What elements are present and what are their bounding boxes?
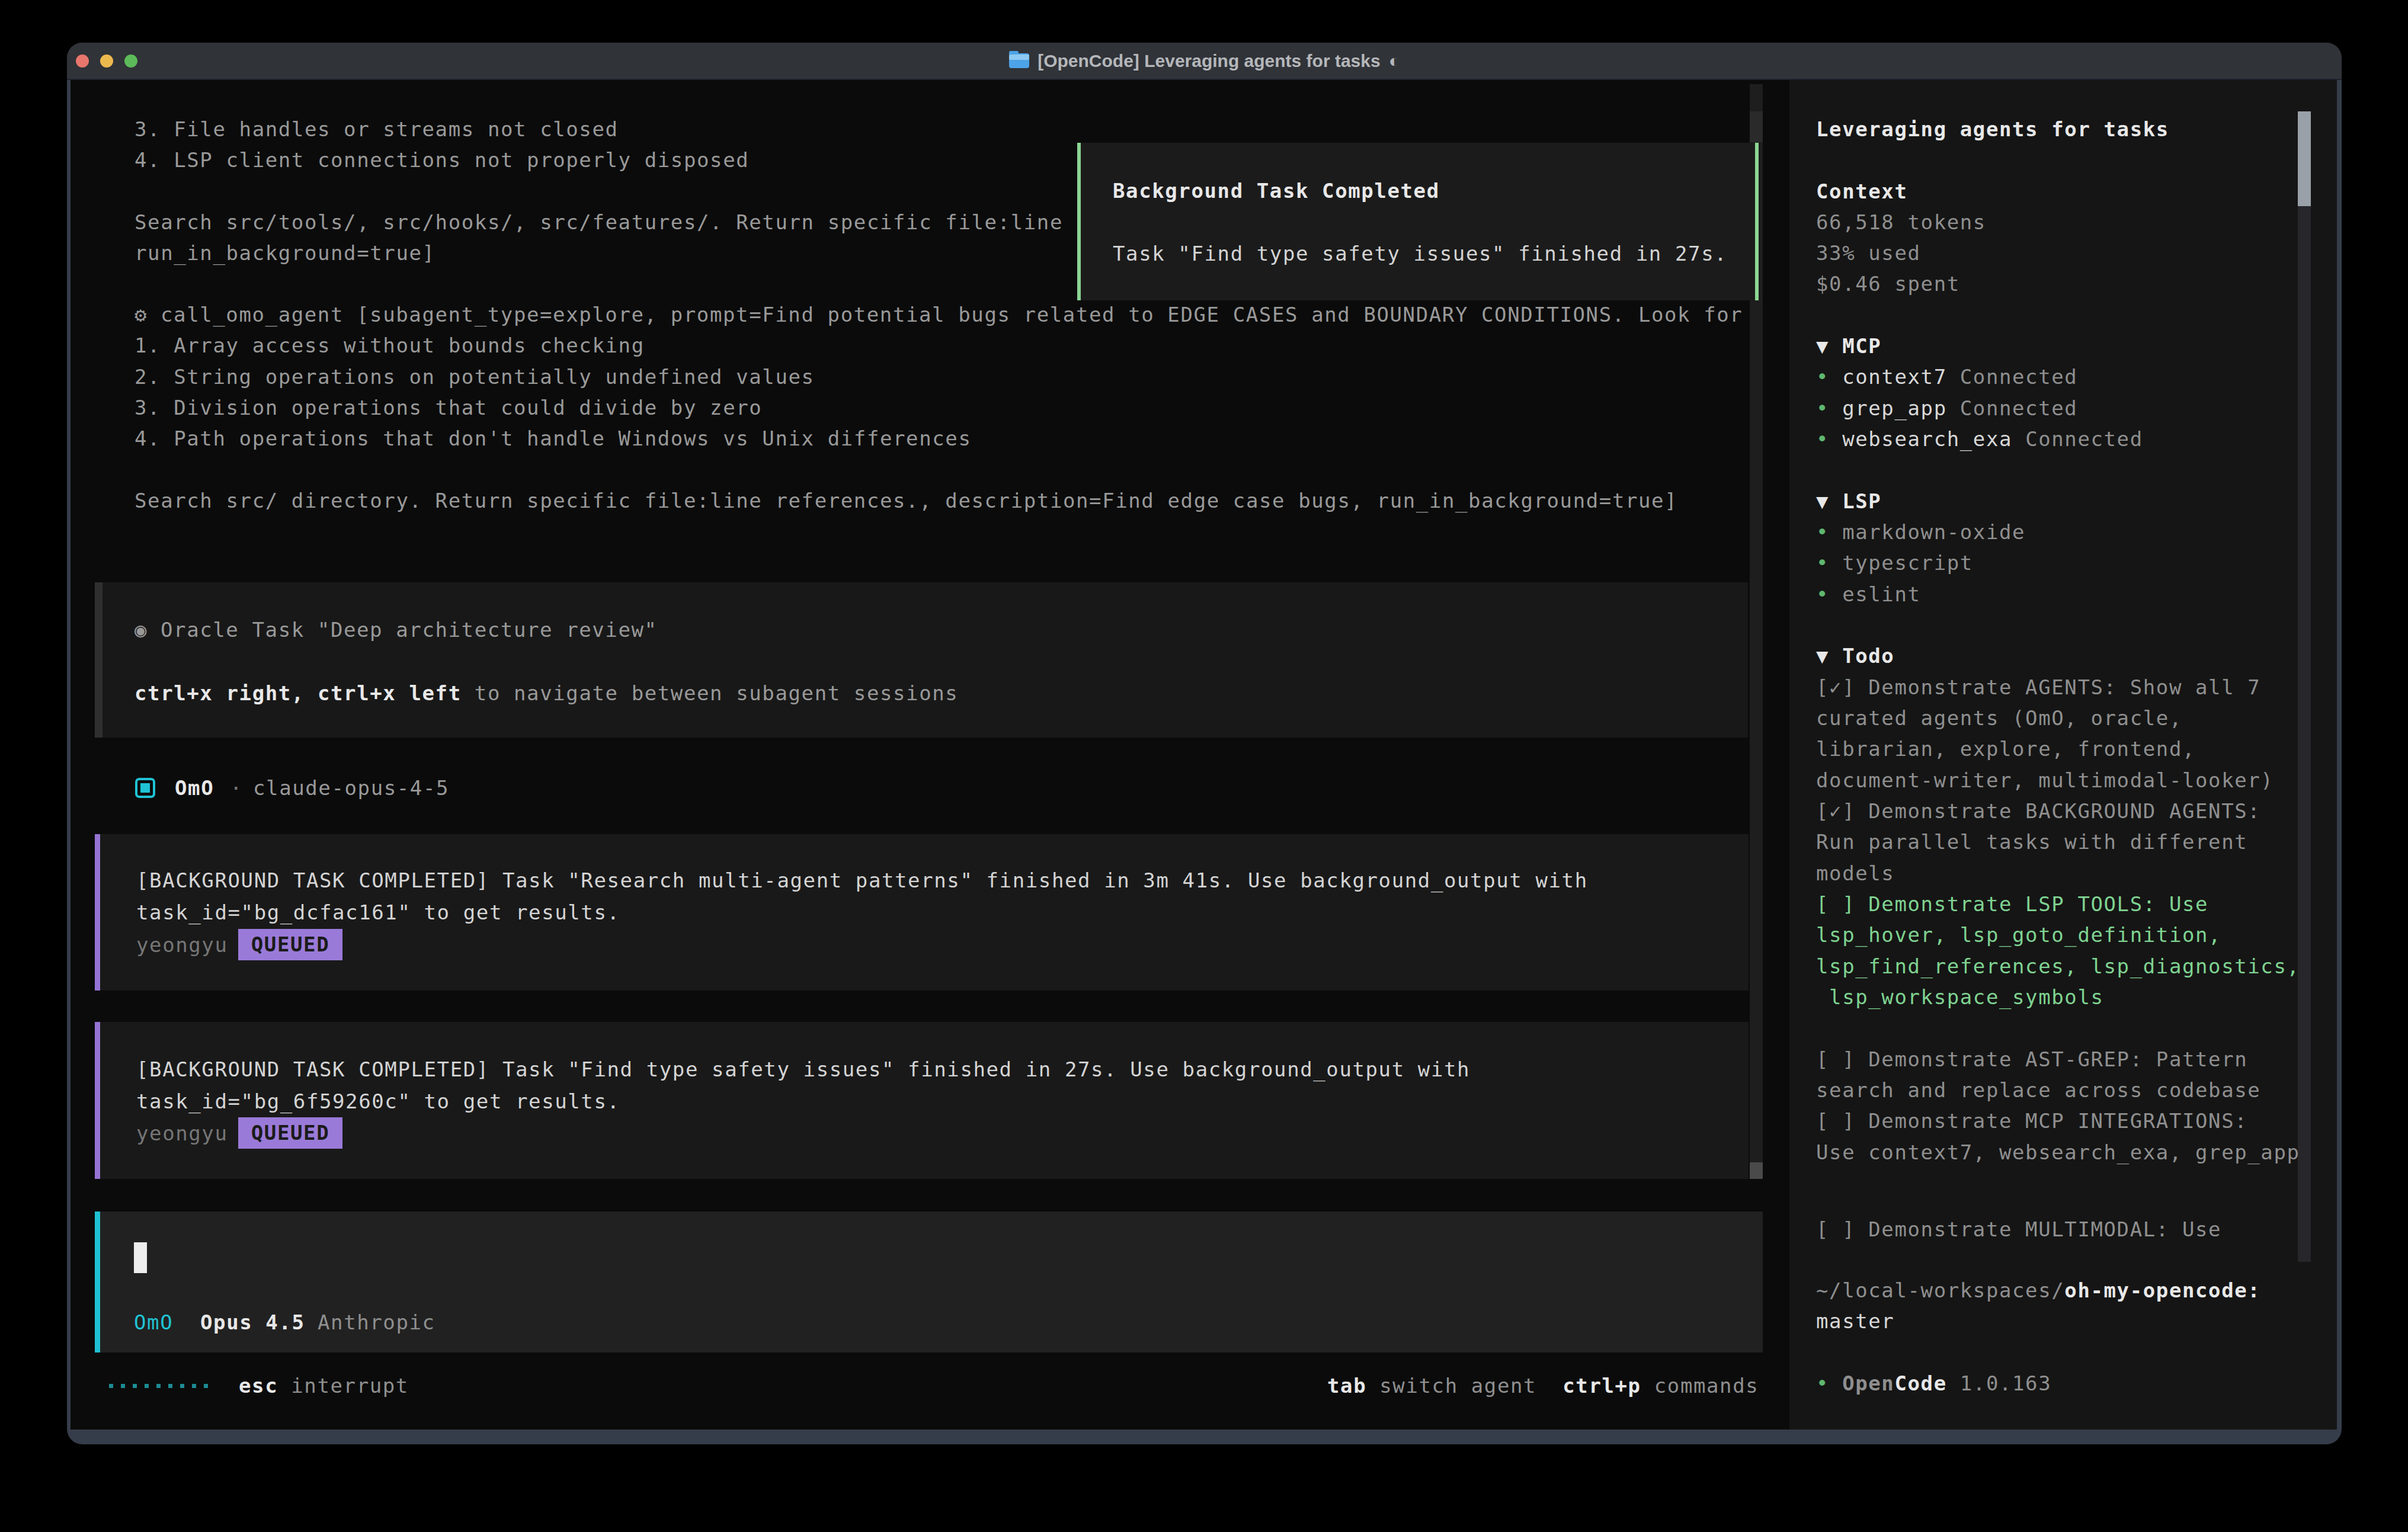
notification-body: Task "Find type safety issues" finished … [1113, 238, 1727, 270]
folder-icon [1009, 53, 1029, 68]
terminal-line: call_omo_agent [subagent_type=explore, p… [161, 299, 1743, 331]
sidebar-line: lsp_workspace_symbols [1816, 982, 2104, 1013]
task-card-line: task_id="bg_dcfac161" to get results. [136, 897, 620, 928]
input-model-line: Opus 4.5 [200, 1307, 305, 1338]
sidebar-line: [✓] Demonstrate BACKGROUND AGENTS: [1816, 796, 2260, 827]
sidebar-line: ▼ Todo [1816, 640, 1894, 672]
terminal-line: 3. File handles or streams not closed [135, 114, 619, 145]
agent-icon [135, 778, 155, 798]
agent-session-line: · [230, 773, 243, 804]
terminal-line: 4. LSP client connections not properly d… [135, 145, 749, 176]
sidebar-line: [ ] Demonstrate MULTIMODAL: Use [1816, 1214, 2221, 1245]
terminal-line: run_in_background=true] [135, 238, 436, 269]
status-bar-line: tab switch agent ctrl+p commands [1327, 1370, 1759, 1402]
sidebar-line: ▼ LSP [1816, 486, 1881, 517]
terminal-line: Search src/ directory. Return specific f… [135, 485, 1677, 517]
input-model-line: OmO [134, 1307, 173, 1338]
notification-title: Background Task Completed [1113, 175, 1440, 207]
sidebar-line: • markdown-oxide [1816, 517, 2025, 548]
task-card-line: [BACKGROUND TASK COMPLETED] Task "Find t… [136, 1054, 1470, 1085]
terminal-line: 1. Array access without bounds checking [135, 330, 645, 361]
sidebar-line: • eslint [1816, 579, 1921, 610]
sidebar-line: 33% used [1816, 238, 1921, 269]
oracle-box-line: ctrl+x right, ctrl+x left to navigate be… [135, 678, 958, 709]
sidebar-line: • typescript [1816, 547, 1973, 579]
sidebar-line: lsp_find_references, lsp_diagnostics, [1816, 951, 2300, 982]
oracle-box-line: Oracle Task "Deep architecture review" [161, 614, 658, 646]
close-button[interactable] [76, 55, 89, 68]
sidebar-line: search and replace across codebase [1816, 1075, 2260, 1106]
sidebar-scrollbar-thumb[interactable] [2298, 111, 2311, 206]
terminal-window: [OpenCode] Leveraging agents for tasks ◐… [67, 43, 2342, 1444]
input-model-line: Anthropic [318, 1307, 436, 1338]
sidebar-line: • OpenCode 1.0.163 [1816, 1368, 2051, 1399]
sidebar-line: Run parallel tasks with different [1816, 826, 2247, 858]
terminal-line: Search src/tools/, src/hooks/, src/featu… [135, 207, 1063, 238]
zoom-button[interactable] [124, 55, 137, 68]
sidebar-line: • websearch_exa Connected [1816, 424, 2143, 455]
sidebar-line: Use context7, websearch_exa, grep_app [1816, 1137, 2300, 1168]
minimize-button[interactable] [100, 55, 113, 68]
sidebar-scrollbar-track[interactable] [2298, 206, 2311, 1262]
status-bar-line: esc interrupt [239, 1370, 409, 1402]
sidebar-line: document-writer, multimodal-looker) [1816, 765, 2273, 796]
terminal-line: 2. String operations on potentially unde… [135, 361, 815, 393]
sidebar-line: ~/local-workspaces/oh-my-opencode: [1816, 1275, 2260, 1306]
sidebar-line: Leveraging agents for tasks [1816, 114, 2169, 145]
agent-session-line: OmO [175, 773, 214, 804]
oracle-task-box [95, 582, 1748, 738]
terminal-line: 4. Path operations that don't handle Win… [135, 423, 971, 454]
task-card-line: yeongyu [136, 1118, 228, 1149]
sidebar-line: [ ] Demonstrate MCP INTEGRATIONS: [1816, 1105, 2247, 1137]
sidebar-line: [ ] Demonstrate LSP TOOLS: Use [1816, 889, 2208, 920]
main-scrollbar-thumb[interactable] [1750, 1162, 1763, 1179]
sidebar-line: lsp_hover, lsp_goto_definition, [1816, 919, 2221, 951]
sidebar-line: ▼ MCP [1816, 331, 1881, 362]
task-card-line: task_id="bg_6f59260c" to get results. [136, 1086, 620, 1117]
sidebar-line: [✓] Demonstrate AGENTS: Show all 7 [1816, 672, 2260, 703]
status-badge: QUEUED [238, 929, 342, 960]
text-cursor [134, 1242, 147, 1273]
terminal-body: QUEUED QUEUED Background Task Completed … [71, 80, 2337, 1430]
sidebar-line: librarian, explore, frontend, [1816, 733, 2195, 765]
sidebar-line: • grep_app Connected [1816, 393, 2077, 424]
half-circle-icon: ◐ [1389, 51, 1400, 71]
sidebar-line: master [1816, 1306, 1894, 1337]
sidebar-line: $0.46 spent [1816, 268, 1960, 300]
task-card-line: [BACKGROUND TASK COMPLETED] Task "Resear… [136, 865, 1588, 896]
window-title: [OpenCode] Leveraging agents for tasks [1038, 51, 1380, 71]
sidebar-line: 66,518 tokens [1816, 207, 1986, 238]
task-card-line: yeongyu [136, 930, 228, 961]
window-titlebar[interactable]: [OpenCode] Leveraging agents for tasks ◐ [67, 43, 2342, 80]
main-scrollbar-cap [1750, 111, 1763, 142]
terminal-line: 3. Division operations that could divide… [135, 392, 762, 424]
oracle-box-line: ◉ [135, 614, 148, 646]
sidebar-line: models [1816, 858, 1894, 889]
sidebar-line: Context [1816, 176, 1908, 207]
sidebar-line: curated agents (OmO, oracle, [1816, 703, 2182, 734]
sidebar-line: • context7 Connected [1816, 361, 2077, 393]
sidebar-line: [ ] Demonstrate AST-GREP: Pattern [1816, 1044, 2247, 1075]
status-badge: QUEUED [238, 1117, 342, 1149]
agent-session-line: claude-opus-4-5 [253, 773, 449, 804]
notification-toast[interactable]: Background Task Completed Task "Find typ… [1077, 143, 1759, 300]
terminal-line: ⚙ [135, 299, 148, 331]
